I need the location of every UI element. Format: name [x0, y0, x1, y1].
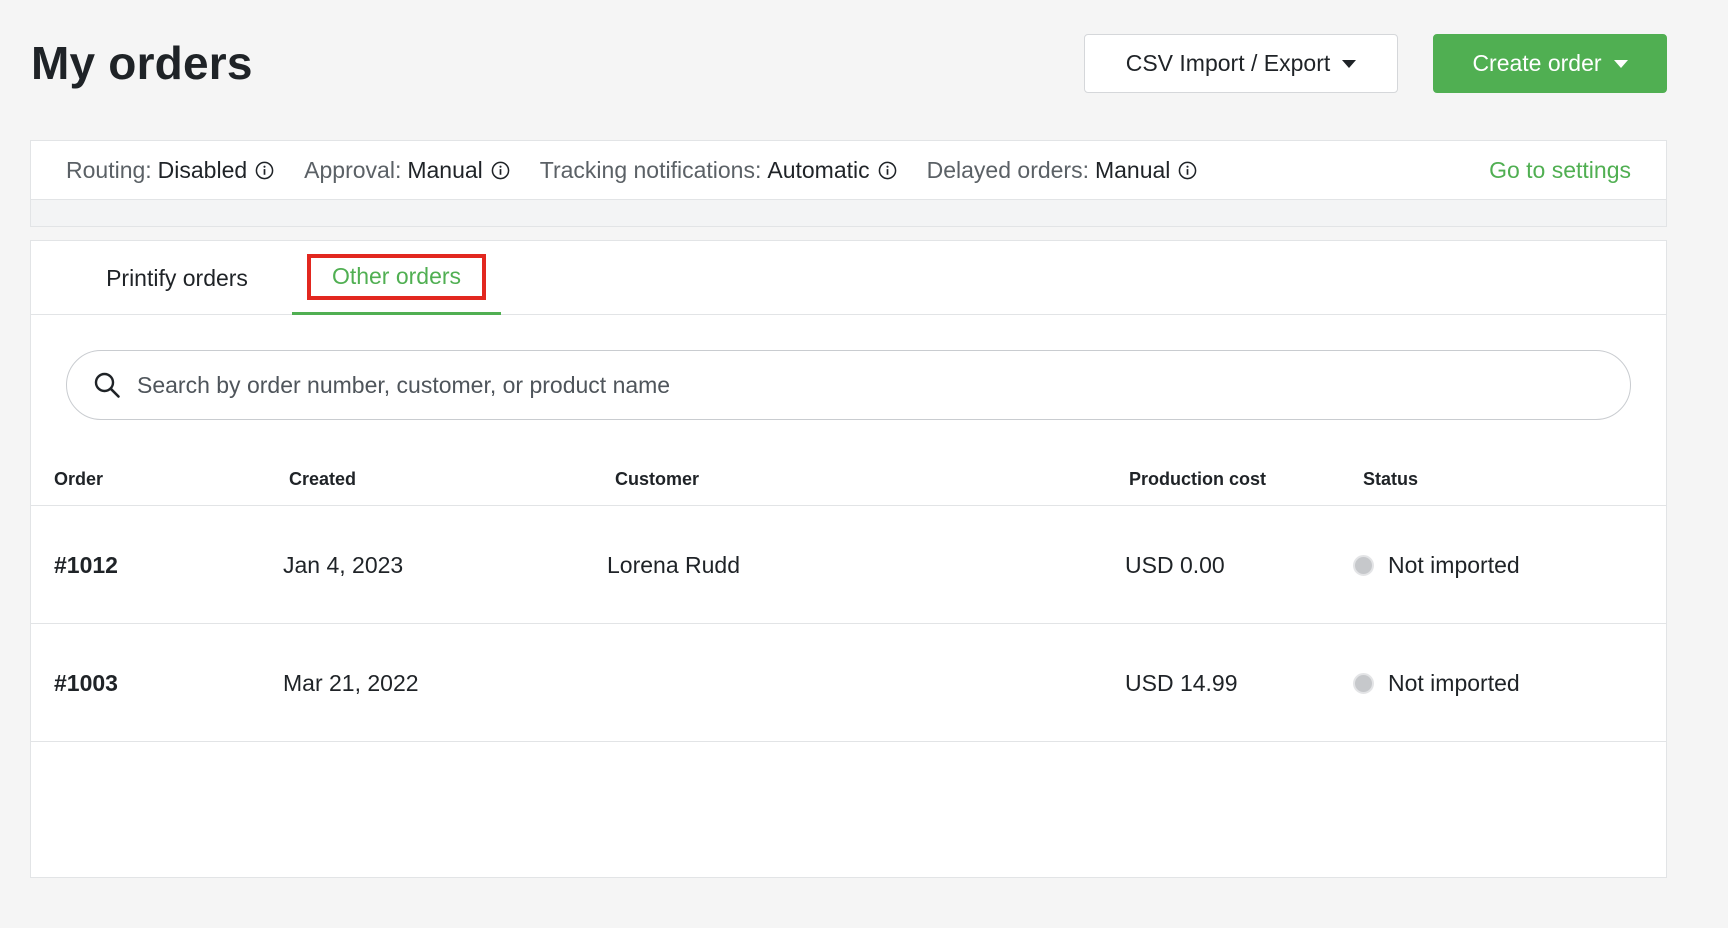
- status-label: Not imported: [1388, 552, 1520, 578]
- order-production-cost: USD 14.99: [1125, 670, 1238, 696]
- csv-import-export-button[interactable]: CSV Import / Export: [1084, 34, 1398, 93]
- create-order-label: Create order: [1472, 50, 1602, 76]
- tab-printify-orders[interactable]: Printify orders: [72, 241, 282, 315]
- status-dot-icon: [1353, 555, 1374, 576]
- setting-label: Tracking notifications:: [539, 156, 762, 183]
- column-header-created[interactable]: Created: [289, 469, 356, 490]
- setting-tracking-notifications: Tracking notifications: Automatic: [540, 157, 897, 184]
- order-created: Jan 4, 2023: [283, 552, 404, 578]
- setting-approval: Approval: Manual: [304, 157, 510, 184]
- search-bar[interactable]: [66, 350, 1631, 420]
- caret-down-icon: [1613, 59, 1628, 68]
- setting-value: Manual: [407, 156, 483, 183]
- info-icon[interactable]: [255, 161, 274, 180]
- order-status: Not imported: [1353, 552, 1520, 579]
- order-number[interactable]: #1003: [54, 670, 118, 697]
- column-header-order[interactable]: Order: [54, 469, 103, 490]
- order-number[interactable]: #1012: [54, 552, 118, 579]
- info-icon[interactable]: [491, 161, 510, 180]
- setting-value: Disabled: [157, 156, 248, 183]
- setting-value: Manual: [1094, 156, 1171, 183]
- setting-delayed-orders: Delayed orders: Manual: [927, 157, 1198, 184]
- info-icon[interactable]: [1178, 161, 1197, 180]
- table-row[interactable]: #1003 Mar 21, 2022 USD 14.99 Not importe…: [31, 624, 1666, 742]
- tab-other-orders[interactable]: Other orders: [292, 241, 501, 315]
- settings-bar: Routing: Disabled Approval: Manual Track…: [30, 140, 1667, 200]
- table-row[interactable]: #1012 Jan 4, 2023 Lorena Rudd USD 0.00 N…: [31, 506, 1666, 624]
- order-created: Mar 21, 2022: [283, 670, 419, 696]
- page-header: My orders CSV Import / Export Create ord…: [0, 0, 1728, 130]
- table-header: Order Created Customer Production cost S…: [31, 441, 1666, 506]
- caret-down-icon: [1342, 59, 1357, 68]
- info-icon[interactable]: [878, 161, 897, 180]
- setting-label: Routing:: [66, 156, 152, 183]
- status-label: Not imported: [1388, 670, 1520, 696]
- column-header-status[interactable]: Status: [1363, 469, 1418, 490]
- order-production-cost: USD 0.00: [1125, 552, 1225, 578]
- column-header-customer[interactable]: Customer: [615, 469, 699, 490]
- orders-tabs: Printify orders Other orders: [31, 241, 1666, 315]
- column-header-production-cost[interactable]: Production cost: [1129, 469, 1266, 490]
- settings-bar-footer: [30, 200, 1667, 227]
- go-to-settings-link[interactable]: Go to settings: [1489, 157, 1631, 184]
- order-status: Not imported: [1353, 670, 1520, 697]
- tab-label: Other orders: [306, 253, 487, 300]
- search-input[interactable]: [137, 371, 1587, 399]
- setting-value: Automatic: [767, 156, 870, 183]
- setting-routing: Routing: Disabled: [66, 157, 274, 184]
- csv-import-export-label: CSV Import / Export: [1125, 50, 1331, 76]
- order-customer: Lorena Rudd: [607, 552, 740, 578]
- orders-panel: Printify orders Other orders Order Creat…: [30, 240, 1667, 878]
- create-order-button[interactable]: Create order: [1433, 34, 1667, 93]
- page-title: My orders: [31, 37, 253, 89]
- tab-label: Printify orders: [106, 264, 248, 291]
- setting-label: Approval:: [304, 156, 402, 183]
- setting-label: Delayed orders:: [926, 156, 1089, 183]
- search-icon: [94, 372, 120, 398]
- status-dot-icon: [1353, 673, 1374, 694]
